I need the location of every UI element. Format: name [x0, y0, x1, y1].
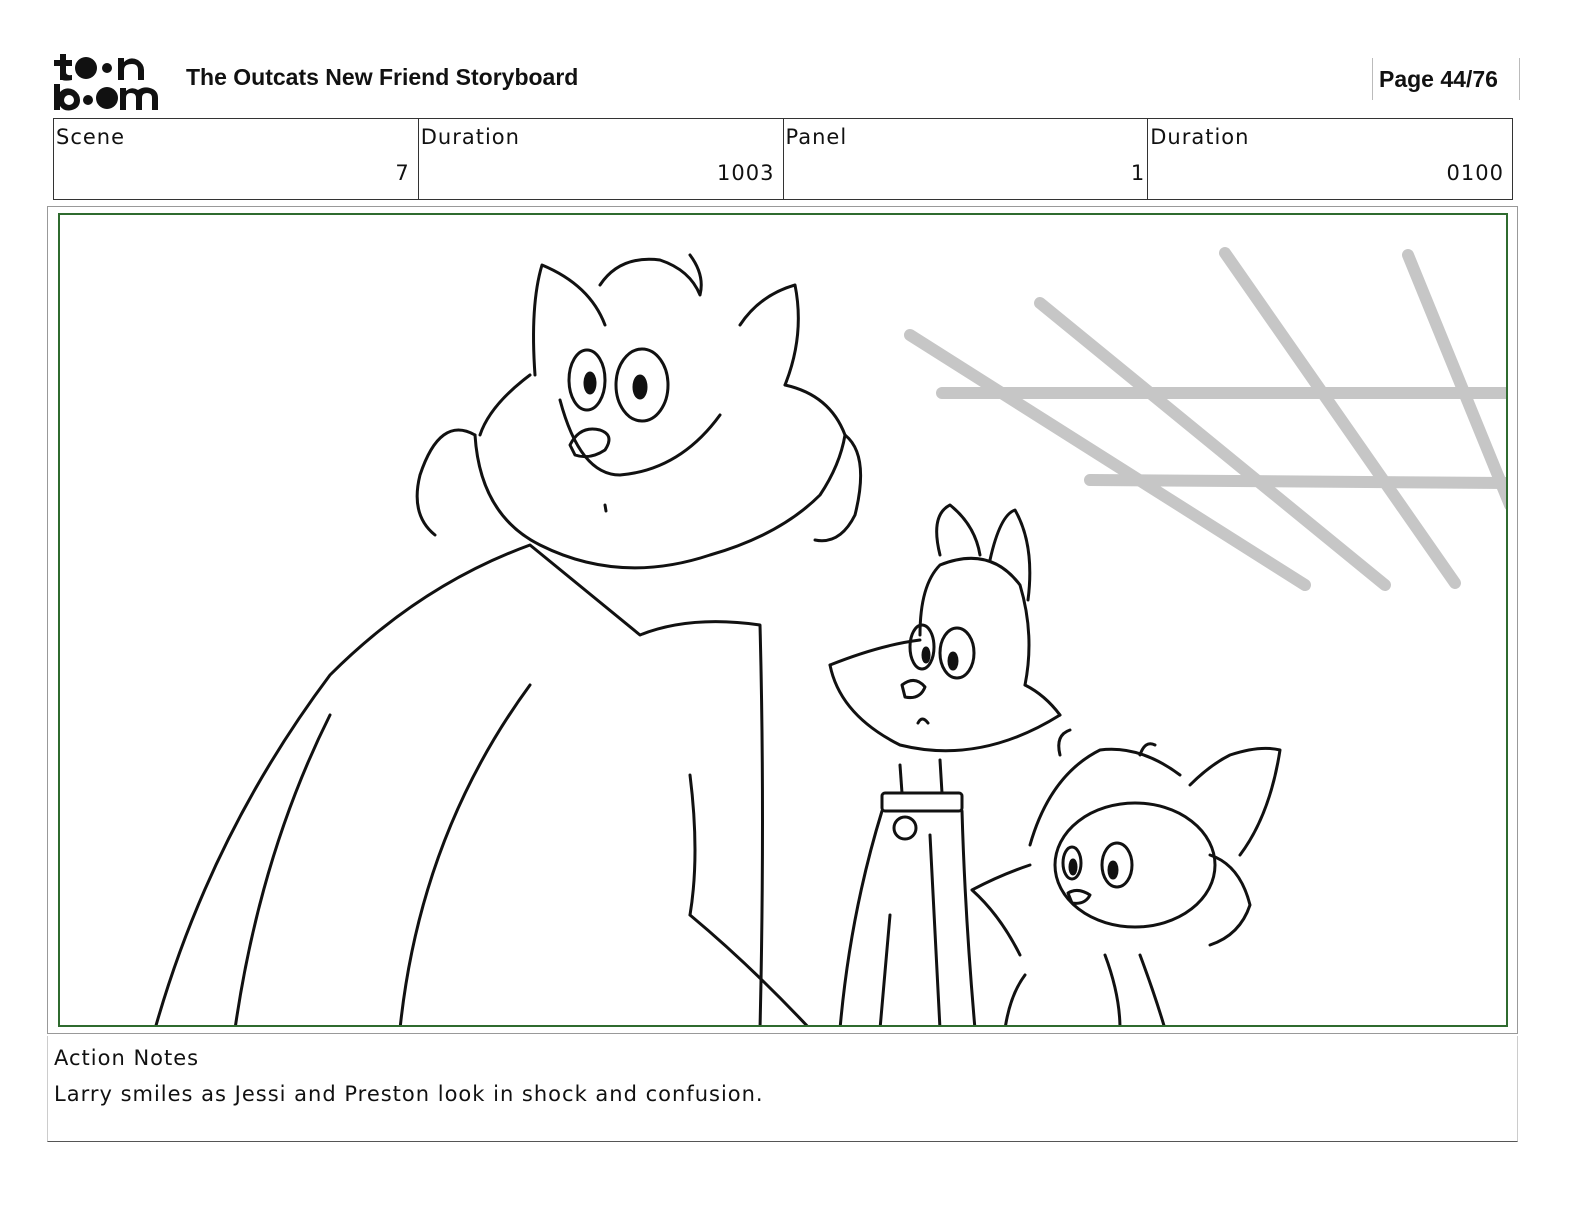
panel-cell: Panel 1 [784, 119, 1149, 199]
window-bar-6 [1084, 474, 1506, 489]
scene-duration-label: Duration [420, 125, 520, 149]
toonboom-logo-icon [54, 54, 158, 111]
panel-value: 1 [1130, 161, 1146, 185]
larry-sketch [154, 253, 863, 1025]
panel-duration-label: Duration [1150, 125, 1250, 149]
panel-duration-value: 0100 [1446, 161, 1504, 185]
window-bar-1 [904, 329, 1311, 591]
page-indicator: Page 44/76 [1372, 58, 1520, 100]
storyboard-sketch-icon [154, 247, 1506, 1025]
scene-cell: Scene 7 [54, 119, 419, 199]
window-bar-3 [1219, 247, 1461, 589]
scene-info-table: Scene 7 Duration 1003 Panel 1 Duration 0… [53, 118, 1513, 200]
action-notes-text: Larry smiles as Jessi and Preston look i… [54, 1082, 764, 1106]
preston-sketch [970, 728, 1282, 1025]
scene-duration-cell: Duration 1003 [419, 119, 784, 199]
storyboard-panel [58, 213, 1508, 1027]
jessi-sketch [828, 503, 1062, 1025]
storyboard-title: The Outcats New Friend Storyboard [186, 64, 579, 90]
window-bar-4 [1402, 249, 1506, 510]
panel-label: Panel [785, 125, 848, 149]
scene-label: Scene [56, 125, 126, 149]
action-notes-section: Action Notes Larry smiles as Jessi and P… [47, 1036, 1518, 1142]
scene-duration-value: 1003 [717, 161, 775, 185]
scene-value: 7 [395, 161, 410, 185]
panel-duration-cell: Duration 0100 [1148, 119, 1512, 199]
action-notes-label: Action Notes [54, 1046, 200, 1070]
page-number: Page 44/76 [1379, 66, 1498, 92]
